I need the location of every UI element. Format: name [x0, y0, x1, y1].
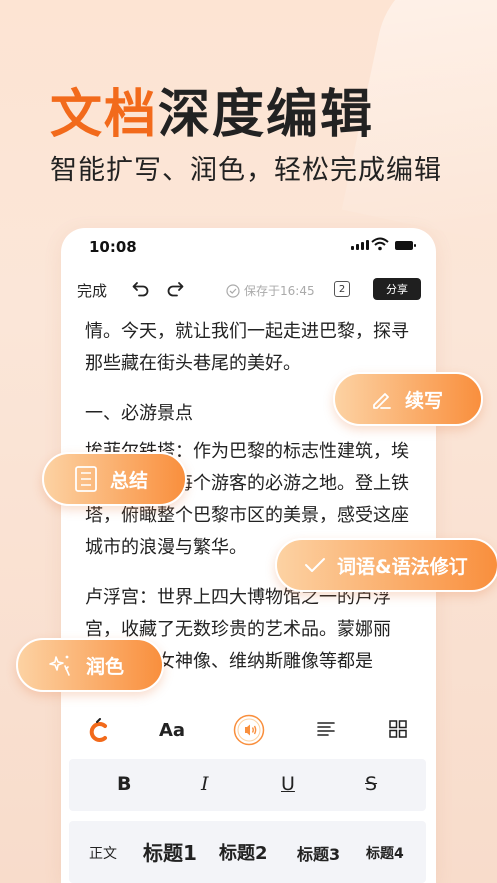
polish-button[interactable]: 润色 — [16, 638, 164, 692]
polish-label: 润色 — [86, 655, 125, 678]
page-count-badge[interactable]: 2 — [334, 281, 350, 297]
title-accent: 文档 — [50, 85, 159, 145]
list-doc-icon — [75, 466, 97, 492]
bold-button[interactable]: B — [117, 773, 131, 795]
align-icon[interactable] — [317, 721, 335, 737]
share-button[interactable]: 分享 — [373, 278, 421, 300]
wifi-icon — [371, 237, 389, 251]
done-button[interactable]: 完成 — [77, 280, 107, 301]
editor-toolbar: 完成 保存于16:45 2 分享 — [61, 276, 436, 304]
grammar-revision-label: 词语&语法修订 — [337, 555, 468, 578]
title-rest: 深度编辑 — [158, 85, 375, 145]
voice-read-icon[interactable] — [233, 714, 265, 746]
bottom-toolbar: Aa — [61, 706, 436, 758]
status-time: 10:08 — [89, 238, 137, 256]
battery-icon — [395, 241, 416, 250]
check-icon — [305, 558, 325, 572]
font-style-button[interactable]: Aa — [159, 720, 185, 741]
style-h3-button[interactable]: 标题3 — [297, 841, 340, 865]
sparkle-icon — [49, 655, 70, 676]
page-subtitle: 智能扩写、润色，轻松完成编辑 — [50, 155, 442, 186]
text-format-row: B I U S — [69, 759, 426, 811]
italic-button[interactable]: I — [201, 773, 209, 795]
pen-icon — [373, 393, 391, 409]
check-circle-icon — [226, 283, 240, 298]
grid-more-icon[interactable] — [389, 720, 407, 738]
doc-paragraph: 情。今天，就让我们一起走进巴黎，探寻那些藏在街头巷尾的美好。 — [85, 321, 409, 374]
grammar-revision-button[interactable]: 词语&语法修订 — [275, 538, 497, 592]
style-body-button[interactable]: 正文 — [89, 843, 117, 863]
save-status-text: 保存于16:45 — [244, 284, 315, 298]
signal-icon — [351, 240, 369, 250]
style-h4-button[interactable]: 标题4 — [366, 843, 404, 863]
style-h1-button[interactable]: 标题1 — [143, 837, 197, 866]
page-title: 文档深度编辑 — [50, 72, 374, 147]
status-bar: 10:08 — [61, 228, 436, 266]
strikethrough-button[interactable]: S — [365, 773, 377, 795]
underline-button[interactable]: U — [281, 773, 295, 795]
app-logo-icon[interactable] — [87, 718, 111, 744]
continue-writing-label: 续写 — [405, 389, 444, 412]
summary-button[interactable]: 总结 — [42, 452, 187, 506]
undo-icon[interactable] — [131, 278, 151, 298]
continue-writing-button[interactable]: 续写 — [333, 372, 483, 426]
summary-label: 总结 — [110, 469, 149, 492]
heading-style-row: 正文 标题1 标题2 标题3 标题4 — [69, 821, 426, 883]
save-status: 保存于16:45 — [226, 282, 315, 299]
redo-icon[interactable] — [165, 278, 185, 298]
style-h2-button[interactable]: 标题2 — [219, 839, 268, 865]
